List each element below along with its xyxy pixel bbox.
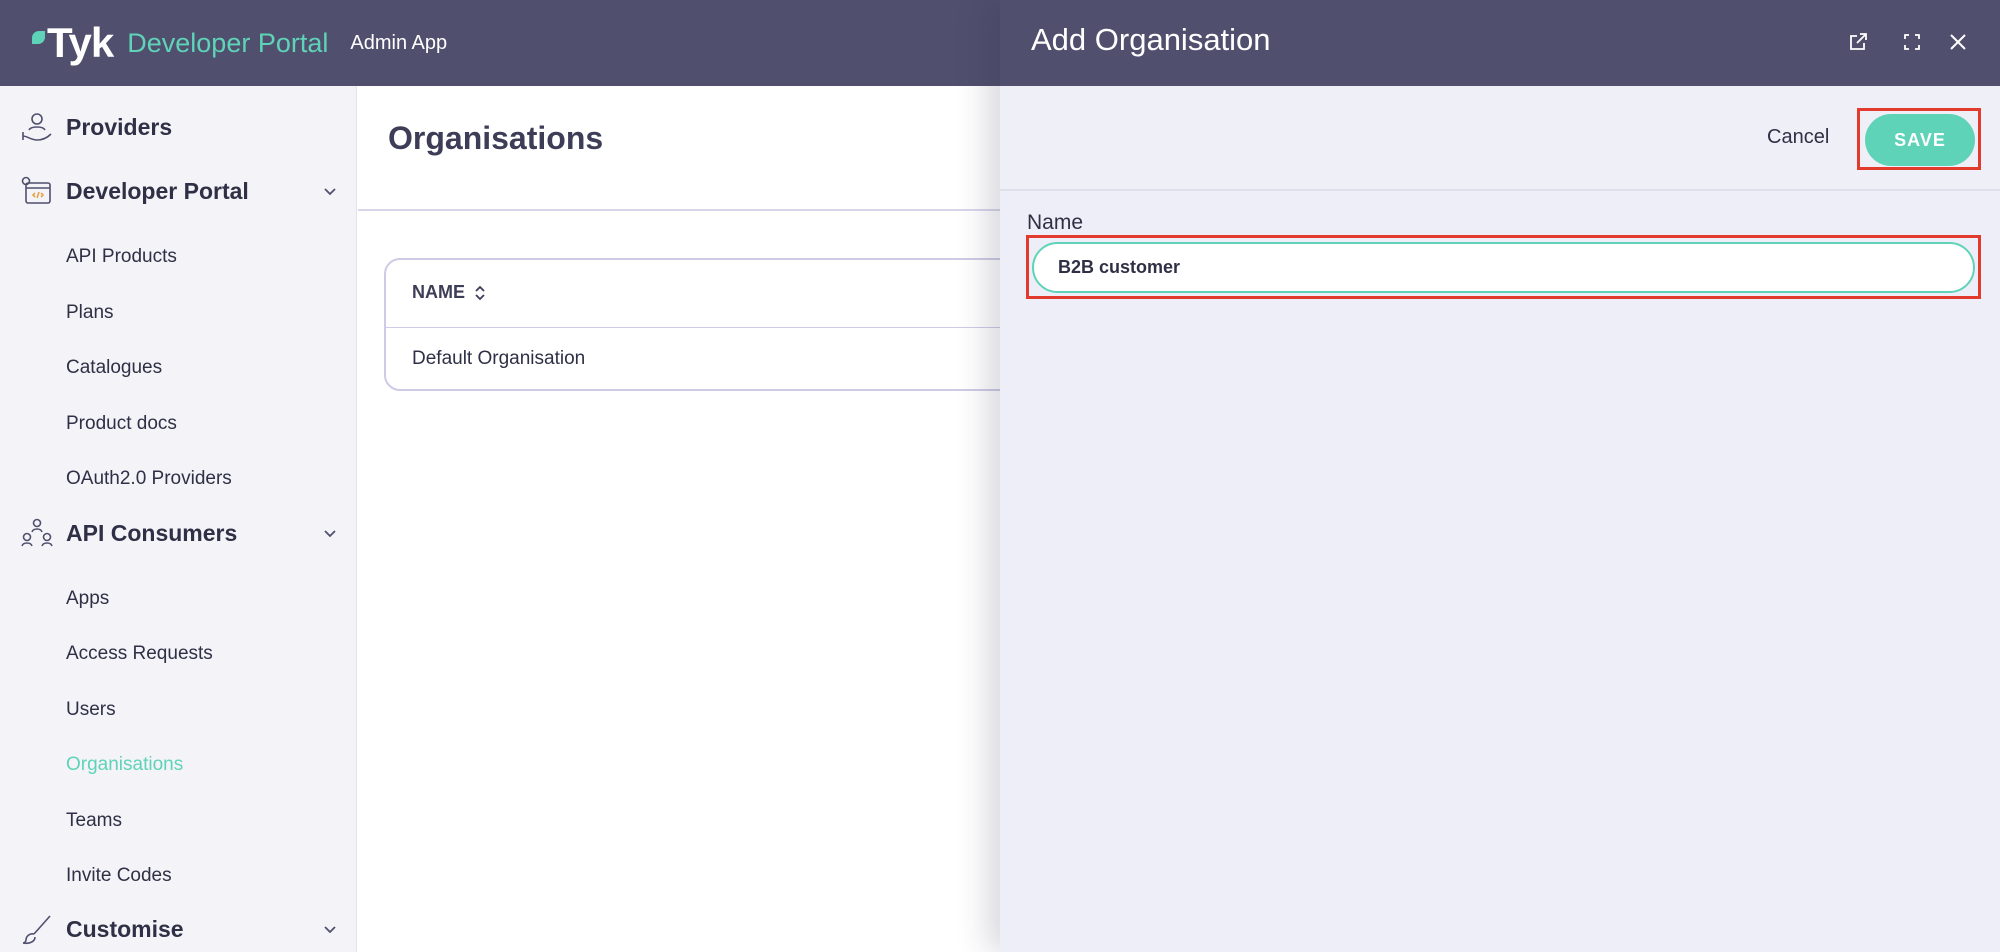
cancel-button[interactable]: Cancel xyxy=(1767,126,1829,149)
sidebar-item-plans[interactable]: Plans xyxy=(66,302,114,324)
drawer-header: Add Organisation xyxy=(1000,0,2000,86)
page-title: Organisations xyxy=(388,120,603,157)
chevron-down-icon[interactable] xyxy=(320,919,340,939)
main-content: Organisations NAME Default Organisation xyxy=(358,86,1000,952)
providers-icon xyxy=(20,110,54,144)
column-header-label: NAME xyxy=(412,282,465,303)
sidebar-section-developer-portal[interactable]: Developer Portal xyxy=(20,174,340,208)
expand-icon[interactable] xyxy=(1900,30,1924,54)
sidebar-item-api-products[interactable]: API Products xyxy=(66,246,177,268)
row-divider xyxy=(386,327,1082,328)
sidebar-item-oauth-providers[interactable]: OAuth2.0 Providers xyxy=(66,468,232,490)
table-row[interactable]: Default Organisation xyxy=(412,348,585,370)
save-highlight: SAVE xyxy=(1857,108,1981,170)
sidebar-section-api-consumers[interactable]: API Consumers xyxy=(20,516,340,550)
divider xyxy=(358,209,1000,211)
sidebar-section-providers[interactable]: Providers xyxy=(20,110,340,144)
sidebar: Providers Developer Portal API Products … xyxy=(0,86,357,952)
logo-text: Tyk xyxy=(47,19,113,67)
app-label: Admin App xyxy=(350,32,447,55)
tyk-logo[interactable]: Tyk Developer Portal xyxy=(32,19,328,67)
save-button[interactable]: SAVE xyxy=(1865,114,1975,166)
organisations-table: NAME Default Organisation xyxy=(384,258,1084,391)
api-consumers-icon xyxy=(20,516,54,550)
product-name: Developer Portal xyxy=(127,28,328,59)
chevron-down-icon[interactable] xyxy=(320,181,340,201)
sidebar-item-catalogues[interactable]: Catalogues xyxy=(66,357,162,379)
name-field-highlight xyxy=(1026,235,1981,299)
drawer-title: Add Organisation xyxy=(1031,22,1271,58)
developer-portal-icon xyxy=(20,174,54,208)
add-organisation-drawer: Add Organisation Cancel SAVE Name xyxy=(1000,0,2000,952)
sidebar-item-teams[interactable]: Teams xyxy=(66,810,122,832)
sidebar-item-organisations[interactable]: Organisations xyxy=(66,754,183,776)
sidebar-item-product-docs[interactable]: Product docs xyxy=(66,413,177,435)
column-header-name[interactable]: NAME xyxy=(412,282,487,303)
chevron-down-icon[interactable] xyxy=(320,523,340,543)
name-field-label: Name xyxy=(1027,211,1083,235)
drawer-action-bar: Cancel SAVE xyxy=(1000,86,2000,191)
top-bar: Tyk Developer Portal Admin App xyxy=(0,0,1000,86)
sidebar-section-label: Providers xyxy=(66,114,340,141)
brush-icon xyxy=(20,912,54,946)
leaf-icon xyxy=(32,31,45,44)
sidebar-item-users[interactable]: Users xyxy=(66,699,116,721)
sidebar-section-label: Developer Portal xyxy=(66,178,320,205)
sidebar-section-label: API Consumers xyxy=(66,520,320,547)
sidebar-item-apps[interactable]: Apps xyxy=(66,588,109,610)
sidebar-section-customise[interactable]: Customise xyxy=(20,912,340,946)
sidebar-item-access-requests[interactable]: Access Requests xyxy=(66,643,213,665)
name-input[interactable] xyxy=(1032,242,1975,293)
sort-icon[interactable] xyxy=(473,284,487,302)
close-icon[interactable] xyxy=(1946,30,1970,54)
sidebar-section-label: Customise xyxy=(66,916,320,943)
open-external-icon[interactable] xyxy=(1846,30,1870,54)
sidebar-item-invite-codes[interactable]: Invite Codes xyxy=(66,865,172,887)
